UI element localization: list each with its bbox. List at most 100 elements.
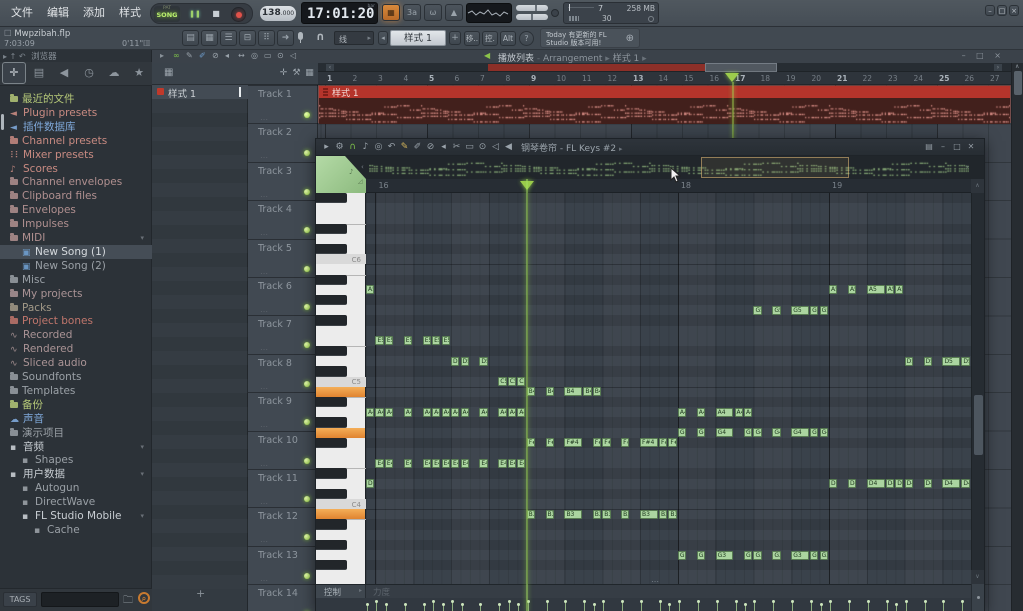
velocity-stem-head[interactable] — [829, 600, 833, 603]
velocity-stem-head[interactable] — [734, 600, 738, 603]
speaker-icon[interactable]: ◀ — [502, 142, 515, 152]
target-channel-icon[interactable]: ◎ — [372, 142, 385, 152]
black-key[interactable] — [316, 193, 347, 204]
note-G3[interactable]: G3 — [696, 550, 705, 560]
browser-item-Plugin presets[interactable]: ◄ Plugin presets — [0, 106, 152, 120]
velocity-stem-head[interactable] — [696, 600, 700, 603]
note-A4[interactable]: A4 — [366, 407, 375, 417]
black-key[interactable] — [316, 274, 347, 285]
note-G3[interactable]: G3 — [677, 550, 687, 560]
metronome-icon[interactable]: ω — [424, 4, 442, 21]
browser-item-用户数据[interactable]: ▪ 用户数据 ▾ — [0, 467, 152, 481]
scroll-handle[interactable] — [1014, 71, 1022, 95]
black-key[interactable] — [316, 397, 347, 408]
menu-arrow-icon[interactable]: ▸ — [320, 142, 333, 152]
tab-files[interactable]: ▤ — [27, 62, 51, 84]
velocity-stem-head[interactable] — [677, 600, 681, 603]
velocity-stem[interactable] — [584, 602, 586, 611]
velocity-stem-head[interactable] — [621, 600, 625, 603]
velocity-stem[interactable] — [792, 602, 794, 611]
note-E4[interactable]: E4 — [498, 458, 507, 468]
browser-item-Shapes[interactable]: ▪ Shapes — [0, 453, 152, 467]
track-row-8[interactable]: Track 8 ⋯ — [248, 353, 318, 393]
note-C5[interactable]: C5 — [517, 377, 526, 387]
track-row-9[interactable]: Track 9 ⋯ — [248, 392, 318, 431]
note-D4[interactable]: D4 — [866, 479, 885, 489]
browser-item-Cache[interactable]: ▪ Cache — [0, 523, 152, 537]
channel-rack-button[interactable]: ▦ — [201, 30, 218, 46]
note-G4[interactable]: G4 — [715, 428, 734, 438]
note-B3[interactable]: B3 — [621, 509, 630, 519]
velocity-stem[interactable] — [735, 602, 737, 611]
tab-cloud[interactable]: ☁ — [102, 62, 126, 84]
note-G4[interactable]: G4 — [772, 428, 781, 438]
scroll-left-icon[interactable]: ‹ — [326, 64, 334, 71]
detach-icon[interactable]: ▤ — [922, 142, 936, 151]
undo-icon[interactable]: ↶ — [385, 142, 398, 152]
track-enable-light[interactable] — [304, 457, 310, 464]
velocity-stem[interactable] — [565, 602, 567, 611]
note-F#4[interactable]: F#4 — [564, 438, 583, 448]
black-key[interactable] — [316, 223, 347, 234]
step-edit-icon[interactable]: ▦ — [382, 4, 400, 21]
browser-item-Soundfonts[interactable]: Soundfonts — [0, 370, 152, 384]
slip-icon[interactable]: ↔ — [238, 51, 245, 60]
note-F#4[interactable]: F#4 — [621, 438, 630, 448]
note-G4[interactable]: G4 — [810, 428, 819, 438]
browser-item-DirectWave[interactable]: ▪ DirectWave — [0, 495, 152, 509]
update-notice[interactable]: Today 有更新的 FL Studio 版本可用! ⊕ — [540, 28, 640, 48]
velocity-stem-head[interactable] — [942, 600, 946, 603]
note-E4[interactable]: E4 — [479, 458, 488, 468]
refresh-icon[interactable]: ↶ — [19, 52, 28, 61]
tools-icon[interactable]: ⚙ — [333, 142, 346, 152]
note-F#4[interactable]: F#4 — [640, 438, 658, 448]
note-E5[interactable]: E5 — [384, 336, 394, 346]
black-key[interactable] — [316, 468, 347, 479]
note-B4[interactable]: B4 — [545, 387, 554, 397]
note-G4[interactable]: G4 — [744, 428, 753, 438]
note-D4[interactable]: D4 — [904, 479, 913, 489]
piano-roll-button[interactable]: ⊟ — [239, 30, 256, 46]
velocity-stem[interactable] — [830, 602, 832, 611]
note-A4[interactable]: A4 — [441, 407, 450, 417]
velocity-stem[interactable] — [886, 602, 888, 611]
browser-item-Envelopes[interactable]: Envelopes — [0, 203, 152, 217]
zoom-icon[interactable]: ⊙ — [476, 142, 489, 152]
velocity-stem-head[interactable] — [498, 603, 502, 606]
velocity-stem-head[interactable] — [479, 603, 483, 606]
pattern-selector[interactable]: 样式 1 — [390, 30, 446, 46]
browser-item-Clipboard files[interactable]: Clipboard files — [0, 189, 152, 203]
note-G4[interactable]: G4 — [696, 428, 705, 438]
playlist-playhead-marker[interactable] — [725, 73, 739, 82]
minimize-icon[interactable]: – — [936, 142, 950, 151]
black-key[interactable] — [316, 560, 347, 571]
piano-roll-timeline[interactable]: 16 18 19 — [316, 179, 984, 193]
note-B4[interactable]: B4 — [564, 387, 583, 397]
black-key[interactable] — [316, 417, 347, 428]
note-A5[interactable]: A5 — [885, 285, 894, 295]
note-B3[interactable]: B3 — [640, 509, 658, 519]
velocity-stem-head[interactable] — [640, 600, 644, 603]
track-row-7[interactable]: Track 7 ⋯ — [248, 315, 318, 354]
velocity-stem[interactable] — [905, 602, 907, 611]
pattern-add-button[interactable]: + — [449, 31, 461, 45]
select-icon[interactable]: ▭ — [463, 142, 476, 152]
track-enable-light[interactable] — [304, 342, 310, 349]
note-B3[interactable]: B3 — [658, 509, 668, 519]
note-C5[interactable]: C5 — [498, 377, 507, 387]
add-pattern-button[interactable]: + — [196, 587, 205, 600]
zoom-icon[interactable]: ⊙ — [277, 51, 284, 60]
select-icon[interactable]: ▭ — [264, 51, 272, 60]
velocity-stem-head[interactable] — [791, 600, 795, 603]
paint-icon[interactable]: ✐ — [411, 142, 424, 152]
note-E4[interactable]: E4 — [451, 458, 460, 468]
slice-icon[interactable]: ✂ — [450, 142, 463, 152]
velocity-stem-head[interactable] — [961, 600, 965, 603]
wait-input-icon[interactable]: ▲ — [445, 4, 463, 21]
browser-item-My projects[interactable]: My projects — [0, 287, 152, 301]
note-A4[interactable]: A4 — [715, 407, 734, 417]
note-D5[interactable]: D5 — [904, 356, 913, 366]
note-A4[interactable]: A4 — [422, 407, 431, 417]
black-key[interactable] — [316, 315, 347, 326]
velocity-stem-head[interactable] — [904, 600, 908, 603]
